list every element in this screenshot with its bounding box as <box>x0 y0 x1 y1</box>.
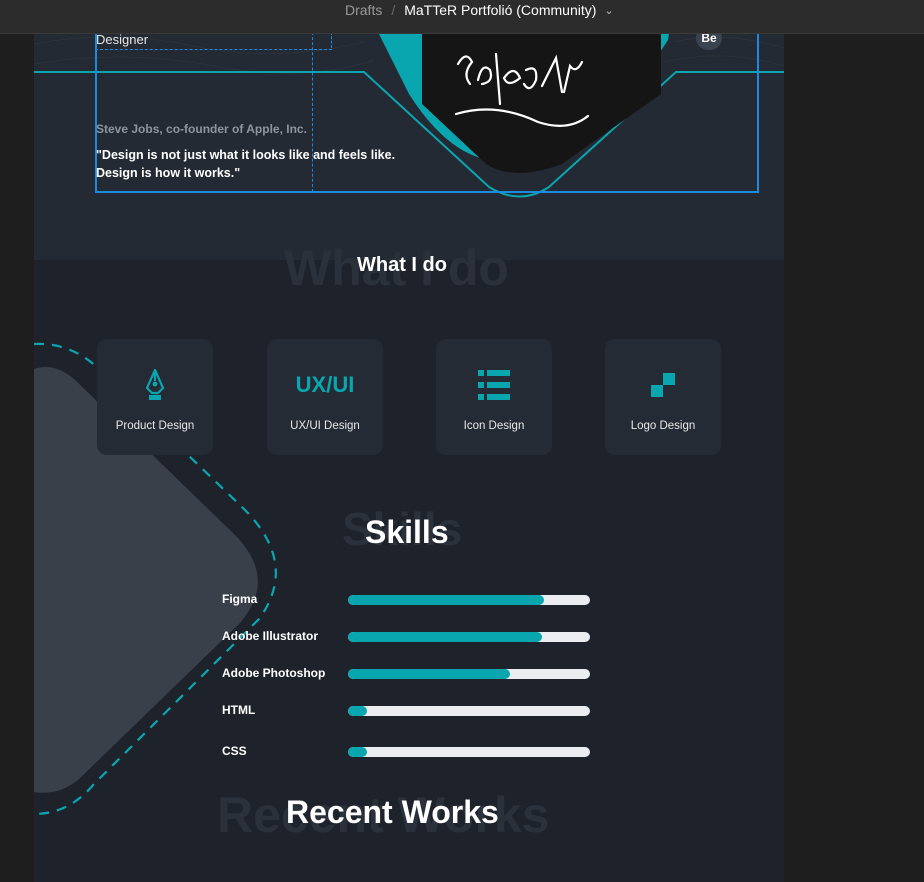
section-title-skills: Skills <box>365 514 449 550</box>
skill-bar-fill <box>348 706 368 716</box>
service-label: Product Design <box>115 420 195 432</box>
breadcrumb-drafts[interactable]: Drafts <box>345 2 382 18</box>
skill-name: Figma <box>222 592 258 606</box>
quote-text: "Design is not just what it looks like a… <box>96 148 396 180</box>
pixel-logo-icon <box>605 365 721 405</box>
chevron-down-icon[interactable]: ⌄ <box>604 4 613 17</box>
service-label: UX/UI Design <box>290 420 360 432</box>
section-title-recent-works: Recent Works <box>286 794 499 830</box>
skill-bar <box>348 747 590 757</box>
ux-ui-text-icon: UX/UI <box>267 365 383 405</box>
breadcrumb-separator: / <box>391 2 396 18</box>
skill-bar <box>348 632 590 642</box>
skill-bar-fill <box>348 632 542 642</box>
pen-nib-icon <box>97 365 213 405</box>
quote-author: Steve Jobs, co-founder of Apple, Inc. <box>96 122 307 136</box>
file-title[interactable]: MaTTeR Portfolió (Community) <box>404 2 596 18</box>
service-label: Icon Design <box>463 420 525 432</box>
list-icon <box>436 365 552 405</box>
hero-role: Designer <box>96 34 149 47</box>
skill-name: CSS <box>222 744 247 758</box>
service-card-ux-ui-design[interactable]: UX/UI UX/UI Design <box>267 339 383 455</box>
skill-bar-fill <box>348 595 545 605</box>
service-card-product-design[interactable]: Product Design <box>97 339 213 455</box>
skill-bar-fill <box>348 669 511 679</box>
guide-line <box>331 34 332 48</box>
service-card-icon-design[interactable]: Icon Design <box>436 339 552 455</box>
skill-name: Adobe Illustrator <box>222 629 319 643</box>
figma-title-bar: Drafts / MaTTeR Portfolió (Community) ⌄ <box>0 0 924 34</box>
skill-name: Adobe Photoshop <box>222 666 326 680</box>
skill-bar <box>348 706 590 716</box>
ux-ui-icon-text: UX/UI <box>295 372 355 397</box>
service-card-logo-design[interactable]: Logo Design <box>605 339 721 455</box>
skill-bar <box>348 669 590 679</box>
skill-name: HTML <box>222 703 256 717</box>
skill-bar-fill <box>348 747 368 757</box>
guide-line <box>95 49 332 50</box>
skill-bar <box>348 595 590 605</box>
section-title-what-i-do: What I do <box>357 254 447 276</box>
portfolio-frame: Designer Be Steve Jobs, co-founder of Ap… <box>34 34 784 882</box>
breadcrumb: Drafts / MaTTeR Portfolió (Community) ⌄ <box>345 0 614 20</box>
service-label: Logo Design <box>630 420 696 432</box>
